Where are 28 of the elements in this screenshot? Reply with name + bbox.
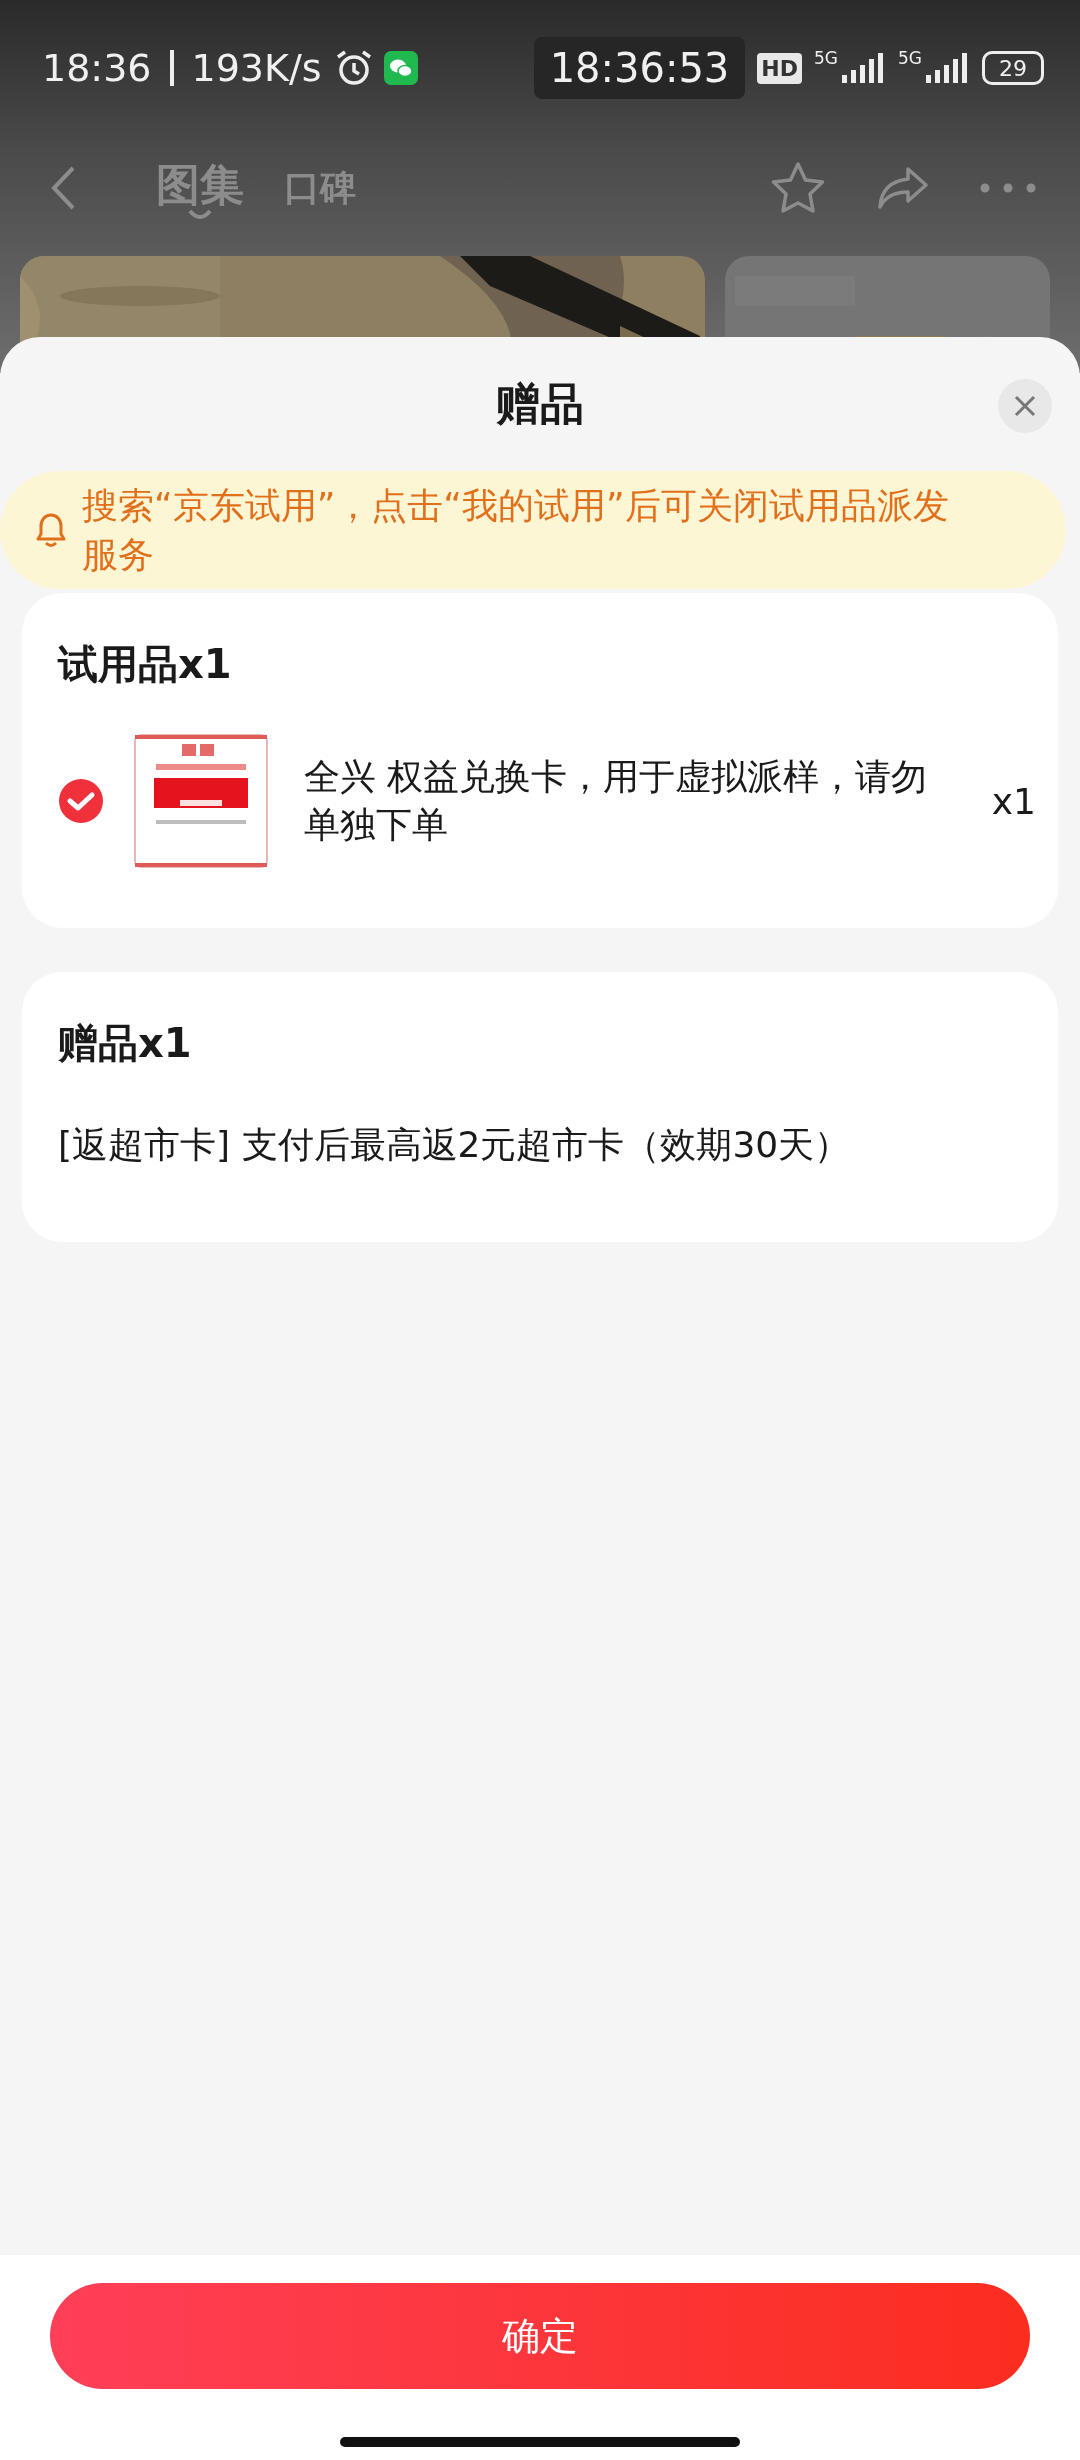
network-type: 5G <box>898 48 922 68</box>
hd-badge: HD <box>757 52 802 84</box>
item-name: 全兴 权益兑换卡，用于虚拟派样，请勿单独下单 <box>304 755 929 847</box>
signal-icon <box>926 53 970 83</box>
close-icon <box>1014 395 1036 417</box>
clock-badge: 18:36:53 <box>533 37 746 99</box>
status-time: 18:36 <box>42 46 152 90</box>
battery-level: 29 <box>982 51 1044 85</box>
bell-icon <box>36 512 66 548</box>
chat-app-icon <box>383 51 418 85</box>
signal-icon <box>842 53 886 83</box>
confirm-button[interactable]: 确定 <box>50 2283 1030 2389</box>
section-title: 试用品x1 <box>58 640 233 689</box>
share-icon[interactable] <box>876 165 930 211</box>
checkbox[interactable] <box>58 778 104 824</box>
network-type: 5G <box>814 48 838 68</box>
back-icon[interactable] <box>50 165 76 211</box>
more-icon[interactable] <box>980 183 1036 193</box>
star-icon[interactable] <box>770 161 826 215</box>
gift-description: [返超市卡] 支付后最高返2元超市卡（效期30天） <box>58 1123 852 1167</box>
nav-tab[interactable]: 口碑 <box>284 163 356 213</box>
tab-indicator-icon <box>188 208 212 221</box>
section-title: 赠品x1 <box>58 1019 193 1068</box>
nav-tab[interactable]: 图集 <box>156 155 244 221</box>
sheet-title: 赠品 <box>496 376 584 431</box>
notice-text: 搜索“京东试用”，点击“我的试用”后可关闭试用品派发服务 <box>82 484 950 577</box>
item-quantity: x1 <box>991 780 1036 822</box>
network-speed: 193K/s <box>191 46 322 90</box>
